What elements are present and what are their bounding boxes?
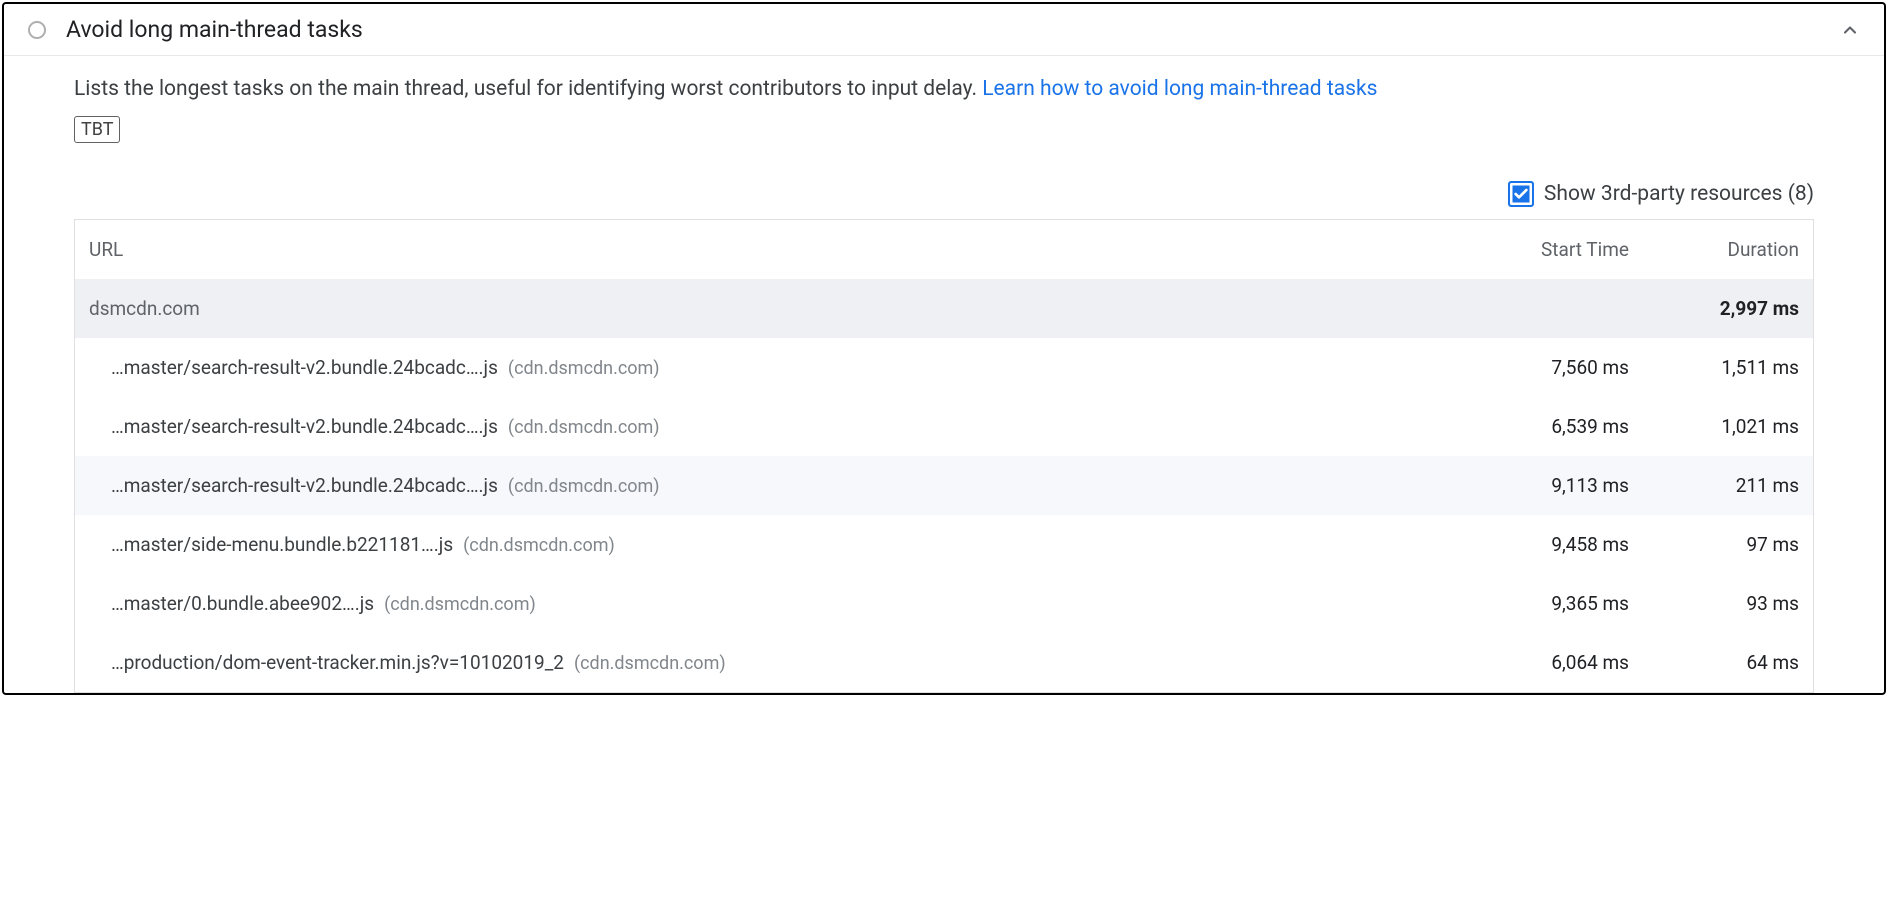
table-row[interactable]: …master/side-menu.bundle.b221181….js (cd…	[75, 515, 1813, 574]
audit-title: Avoid long main-thread tasks	[66, 16, 1820, 43]
table-group-row[interactable]: dsmcdn.com 2,997 ms	[75, 279, 1813, 338]
row-path: …master/search-result-v2.bundle.24bcadc……	[111, 356, 498, 379]
col-duration: Duration	[1629, 238, 1799, 261]
audit-description: Lists the longest tasks on the main thre…	[74, 74, 1814, 106]
row-start-time: 9,458 ms	[1459, 533, 1629, 556]
chevron-up-icon	[1840, 20, 1860, 40]
audit-description-text: Lists the longest tasks on the main thre…	[74, 77, 982, 101]
row-start-time: 7,560 ms	[1459, 356, 1629, 379]
row-path: …master/search-result-v2.bundle.24bcadc……	[111, 474, 498, 497]
col-url: URL	[89, 238, 1459, 261]
row-path: …master/side-menu.bundle.b221181….js	[111, 533, 453, 556]
row-host: (cdn.dsmcdn.com)	[508, 417, 660, 438]
row-host: (cdn.dsmcdn.com)	[508, 358, 660, 379]
row-host: (cdn.dsmcdn.com)	[463, 535, 615, 556]
row-start-time: 6,539 ms	[1459, 415, 1629, 438]
audit-header[interactable]: Avoid long main-thread tasks	[4, 4, 1884, 55]
row-start-time: 9,365 ms	[1459, 592, 1629, 615]
table-row[interactable]: …production/dom-event-tracker.min.js?v=1…	[75, 633, 1813, 692]
third-party-toggle-row: Show 3rd-party resources (8)	[74, 181, 1814, 207]
row-duration: 211 ms	[1629, 474, 1799, 497]
learn-more-link[interactable]: Learn how to avoid long main-thread task…	[982, 77, 1377, 101]
third-party-label: Show 3rd-party resources (8)	[1544, 182, 1814, 206]
third-party-checkbox[interactable]	[1508, 181, 1534, 207]
table-row[interactable]: …master/search-result-v2.bundle.24bcadc……	[75, 338, 1813, 397]
row-path: …master/0.bundle.abee902….js	[111, 592, 374, 615]
row-host: (cdn.dsmcdn.com)	[574, 653, 726, 674]
row-duration: 97 ms	[1629, 533, 1799, 556]
row-duration: 1,511 ms	[1629, 356, 1799, 379]
table-row[interactable]: …master/search-result-v2.bundle.24bcadc……	[75, 456, 1813, 515]
table-row[interactable]: …master/0.bundle.abee902….js (cdn.dsmcdn…	[75, 574, 1813, 633]
row-host: (cdn.dsmcdn.com)	[384, 594, 536, 615]
table-row[interactable]: …master/search-result-v2.bundle.24bcadc……	[75, 397, 1813, 456]
audit-body: Lists the longest tasks on the main thre…	[4, 56, 1884, 693]
status-indicator-icon	[28, 21, 46, 39]
table-header: URL Start Time Duration	[75, 220, 1813, 279]
row-start-time: 6,064 ms	[1459, 651, 1629, 674]
row-path: …master/search-result-v2.bundle.24bcadc……	[111, 415, 498, 438]
row-duration: 93 ms	[1629, 592, 1799, 615]
audit-panel: Avoid long main-thread tasks Lists the l…	[2, 2, 1886, 695]
group-total-duration: 2,997 ms	[1629, 297, 1799, 320]
row-path: …production/dom-event-tracker.min.js?v=1…	[111, 651, 564, 674]
metric-badge-tbt: TBT	[74, 116, 120, 143]
row-duration: 64 ms	[1629, 651, 1799, 674]
row-host: (cdn.dsmcdn.com)	[508, 476, 660, 497]
tasks-table: URL Start Time Duration dsmcdn.com 2,997…	[74, 219, 1814, 693]
row-start-time: 9,113 ms	[1459, 474, 1629, 497]
row-duration: 1,021 ms	[1629, 415, 1799, 438]
col-start-time: Start Time	[1459, 238, 1629, 261]
group-host: dsmcdn.com	[89, 297, 1459, 320]
